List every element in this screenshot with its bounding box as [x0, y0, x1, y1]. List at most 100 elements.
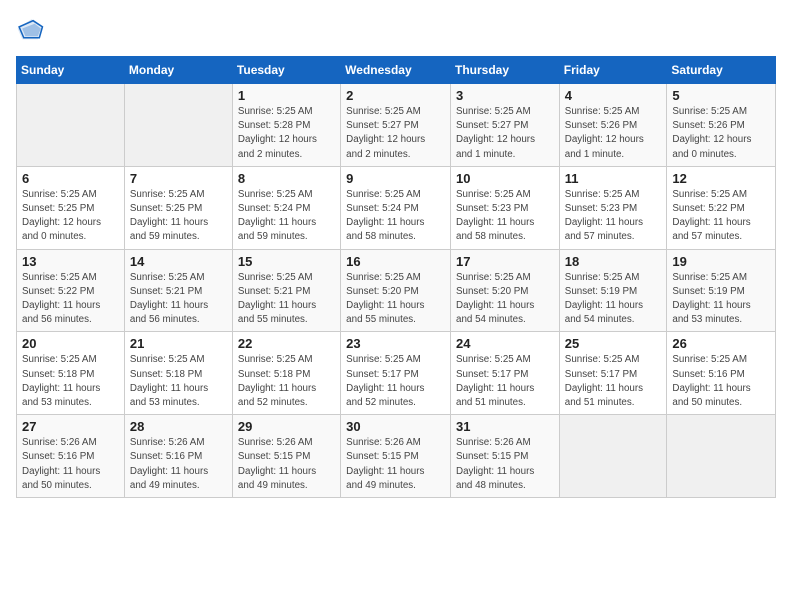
day-info: Sunrise: 5:25 AM Sunset: 5:25 PM Dayligh…	[130, 188, 227, 245]
day-info: Sunrise: 5:26 AM Sunset: 5:15 PM Dayligh…	[346, 436, 445, 493]
week-row-5: 27 Sunrise: 5:26 AM Sunset: 5:16 PM Dayli…	[17, 415, 776, 498]
day-info: Sunrise: 5:25 AM Sunset: 5:24 PM Dayligh…	[346, 188, 445, 245]
day-info: Sunrise: 5:25 AM Sunset: 5:17 PM Dayligh…	[456, 353, 554, 410]
day-info: Sunrise: 5:25 AM Sunset: 5:26 PM Dayligh…	[565, 105, 662, 162]
day-info: Sunrise: 5:26 AM Sunset: 5:16 PM Dayligh…	[130, 436, 227, 493]
header-row: SundayMondayTuesdayWednesdayThursdayFrid…	[17, 57, 776, 84]
day-cell: 27 Sunrise: 5:26 AM Sunset: 5:16 PM Dayli…	[17, 415, 125, 498]
day-number: 6	[22, 171, 119, 186]
day-cell: 22Sunrise: 5:25 AM Sunset: 5:18 PM Dayli…	[232, 332, 340, 415]
day-number: 24	[456, 336, 554, 351]
day-number: 13	[22, 254, 119, 269]
day-number: 31	[456, 419, 554, 434]
day-number: 9	[346, 171, 445, 186]
day-info: Sunrise: 5:25 AM Sunset: 5:19 PM Dayligh…	[672, 271, 770, 328]
day-number: 16	[346, 254, 445, 269]
day-info: Sunrise: 5:25 AM Sunset: 5:23 PM Dayligh…	[456, 188, 554, 245]
day-number: 3	[456, 88, 554, 103]
day-cell	[559, 415, 667, 498]
day-number: 1	[238, 88, 335, 103]
day-cell: 19 Sunrise: 5:25 AM Sunset: 5:19 PM Dayli…	[667, 249, 776, 332]
day-info: Sunrise: 5:26 AM Sunset: 5:15 PM Dayligh…	[456, 436, 554, 493]
day-number: 4	[565, 88, 662, 103]
day-cell	[124, 84, 232, 167]
day-cell: 21 Sunrise: 5:25 AM Sunset: 5:18 PM Dayli…	[124, 332, 232, 415]
day-info: Sunrise: 5:25 AM Sunset: 5:24 PM Dayligh…	[238, 188, 335, 245]
day-info: Sunrise: 5:25 AM Sunset: 5:17 PM Dayligh…	[565, 353, 662, 410]
header-cell-tuesday: Tuesday	[232, 57, 340, 84]
day-cell: 6 Sunrise: 5:25 AM Sunset: 5:25 PM Daylig…	[17, 166, 125, 249]
header-cell-friday: Friday	[559, 57, 667, 84]
day-cell: 17 Sunrise: 5:25 AM Sunset: 5:20 PM Dayli…	[451, 249, 560, 332]
day-number: 14	[130, 254, 227, 269]
day-cell: 9 Sunrise: 5:25 AM Sunset: 5:24 PM Daylig…	[341, 166, 451, 249]
day-cell: 16 Sunrise: 5:25 AM Sunset: 5:20 PM Dayli…	[341, 249, 451, 332]
week-row-4: 20 Sunrise: 5:25 AM Sunset: 5:18 PM Dayli…	[17, 332, 776, 415]
day-number: 19	[672, 254, 770, 269]
day-number: 26	[672, 336, 770, 351]
day-number: 8	[238, 171, 335, 186]
day-cell: 15 Sunrise: 5:25 AM Sunset: 5:21 PM Dayli…	[232, 249, 340, 332]
day-number: 17	[456, 254, 554, 269]
day-number: 2	[346, 88, 445, 103]
day-info: Sunrise: 5:25 AM Sunset: 5:27 PM Dayligh…	[456, 105, 554, 162]
day-number: 20	[22, 336, 119, 351]
day-cell: 29Sunrise: 5:26 AM Sunset: 5:15 PM Dayli…	[232, 415, 340, 498]
day-cell: 4 Sunrise: 5:25 AM Sunset: 5:26 PM Daylig…	[559, 84, 667, 167]
day-number: 23	[346, 336, 445, 351]
generalblue-icon	[16, 16, 44, 44]
day-number: 15	[238, 254, 335, 269]
header-cell-monday: Monday	[124, 57, 232, 84]
day-info: Sunrise: 5:25 AM Sunset: 5:20 PM Dayligh…	[346, 271, 445, 328]
day-info: Sunrise: 5:25 AM Sunset: 5:25 PM Dayligh…	[22, 188, 119, 245]
week-row-1: 1Sunrise: 5:25 AM Sunset: 5:28 PM Daylig…	[17, 84, 776, 167]
header-cell-sunday: Sunday	[17, 57, 125, 84]
day-info: Sunrise: 5:25 AM Sunset: 5:20 PM Dayligh…	[456, 271, 554, 328]
day-cell: 8 Sunrise: 5:25 AM Sunset: 5:24 PM Daylig…	[232, 166, 340, 249]
day-number: 11	[565, 171, 662, 186]
day-cell: 12Sunrise: 5:25 AM Sunset: 5:22 PM Dayli…	[667, 166, 776, 249]
calendar-body: 1Sunrise: 5:25 AM Sunset: 5:28 PM Daylig…	[17, 84, 776, 498]
day-number: 12	[672, 171, 770, 186]
day-cell: 23Sunrise: 5:25 AM Sunset: 5:17 PM Dayli…	[341, 332, 451, 415]
day-info: Sunrise: 5:25 AM Sunset: 5:22 PM Dayligh…	[22, 271, 119, 328]
day-cell: 25 Sunrise: 5:25 AM Sunset: 5:17 PM Dayli…	[559, 332, 667, 415]
day-cell: 14 Sunrise: 5:25 AM Sunset: 5:21 PM Dayli…	[124, 249, 232, 332]
logo	[16, 16, 48, 44]
header-cell-saturday: Saturday	[667, 57, 776, 84]
day-info: Sunrise: 5:25 AM Sunset: 5:21 PM Dayligh…	[238, 271, 335, 328]
day-cell	[667, 415, 776, 498]
day-cell: 30Sunrise: 5:26 AM Sunset: 5:15 PM Dayli…	[341, 415, 451, 498]
day-number: 25	[565, 336, 662, 351]
day-info: Sunrise: 5:25 AM Sunset: 5:18 PM Dayligh…	[130, 353, 227, 410]
day-cell: 28 Sunrise: 5:26 AM Sunset: 5:16 PM Dayli…	[124, 415, 232, 498]
day-info: Sunrise: 5:25 AM Sunset: 5:27 PM Dayligh…	[346, 105, 445, 162]
day-info: Sunrise: 5:26 AM Sunset: 5:16 PM Dayligh…	[22, 436, 119, 493]
day-cell: 31 Sunrise: 5:26 AM Sunset: 5:15 PM Dayli…	[451, 415, 560, 498]
day-cell: 24 Sunrise: 5:25 AM Sunset: 5:17 PM Dayli…	[451, 332, 560, 415]
day-number: 5	[672, 88, 770, 103]
day-info: Sunrise: 5:25 AM Sunset: 5:23 PM Dayligh…	[565, 188, 662, 245]
header-cell-thursday: Thursday	[451, 57, 560, 84]
calendar-header: SundayMondayTuesdayWednesdayThursdayFrid…	[17, 57, 776, 84]
day-info: Sunrise: 5:25 AM Sunset: 5:18 PM Dayligh…	[22, 353, 119, 410]
day-info: Sunrise: 5:25 AM Sunset: 5:21 PM Dayligh…	[130, 271, 227, 328]
day-number: 18	[565, 254, 662, 269]
day-number: 28	[130, 419, 227, 434]
day-number: 29	[238, 419, 335, 434]
day-cell	[17, 84, 125, 167]
day-number: 21	[130, 336, 227, 351]
day-info: Sunrise: 5:25 AM Sunset: 5:26 PM Dayligh…	[672, 105, 770, 162]
day-info: Sunrise: 5:25 AM Sunset: 5:16 PM Dayligh…	[672, 353, 770, 410]
header-cell-wednesday: Wednesday	[341, 57, 451, 84]
day-info: Sunrise: 5:25 AM Sunset: 5:18 PM Dayligh…	[238, 353, 335, 410]
day-number: 27	[22, 419, 119, 434]
calendar-table: SundayMondayTuesdayWednesdayThursdayFrid…	[16, 56, 776, 498]
day-number: 7	[130, 171, 227, 186]
day-number: 10	[456, 171, 554, 186]
day-cell: 18 Sunrise: 5:25 AM Sunset: 5:19 PM Dayli…	[559, 249, 667, 332]
day-cell: 11 Sunrise: 5:25 AM Sunset: 5:23 PM Dayli…	[559, 166, 667, 249]
header	[16, 16, 776, 44]
week-row-2: 6 Sunrise: 5:25 AM Sunset: 5:25 PM Daylig…	[17, 166, 776, 249]
day-info: Sunrise: 5:25 AM Sunset: 5:19 PM Dayligh…	[565, 271, 662, 328]
